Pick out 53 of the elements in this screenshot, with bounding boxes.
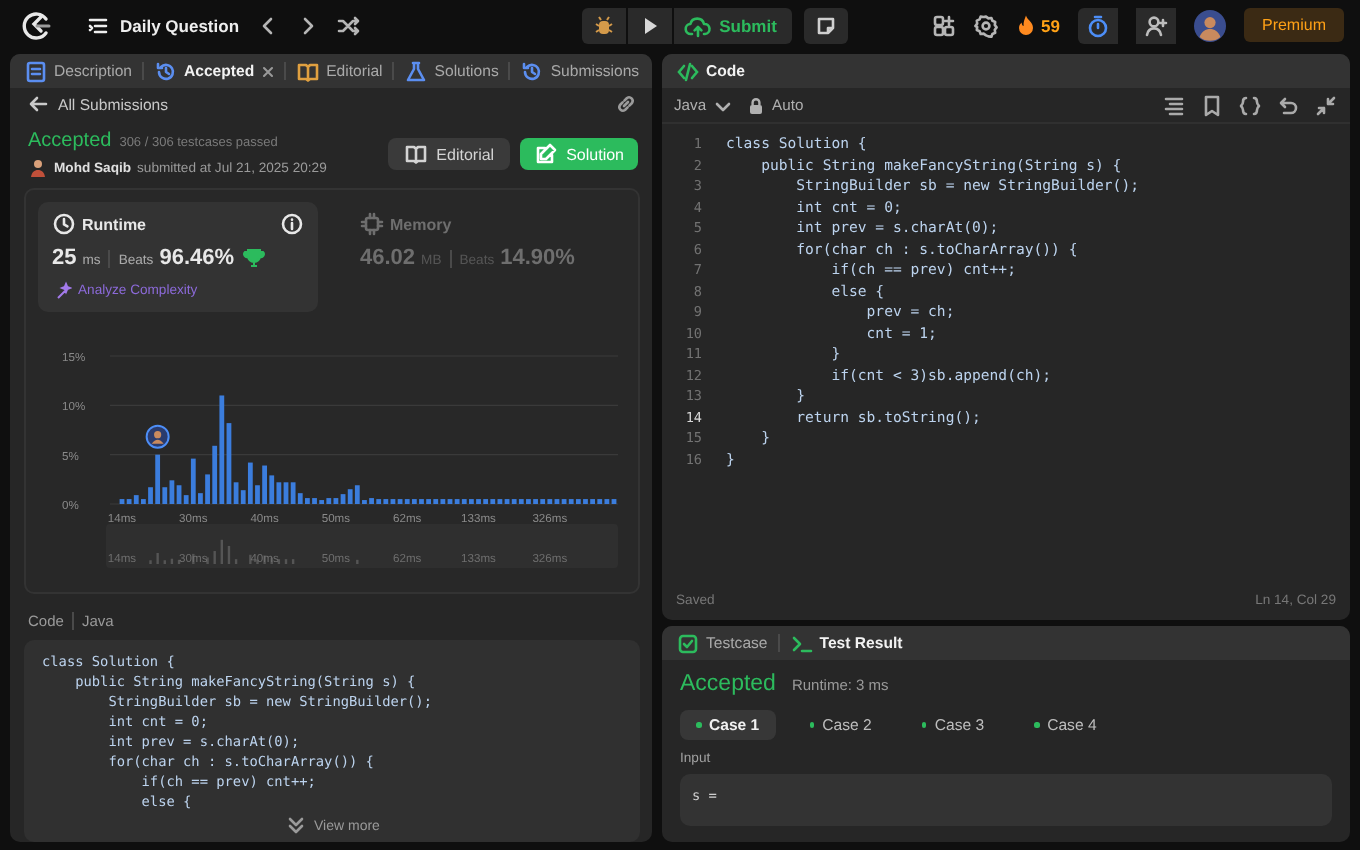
reset-icon[interactable] [1276,93,1300,117]
link-icon[interactable] [614,92,638,116]
status-label: Accepted [28,130,112,152]
history-icon [520,59,545,83]
premium-button[interactable]: Premium [1243,8,1344,42]
clock-icon [52,212,76,236]
checkbox-icon [676,631,700,655]
note-icon [814,13,839,37]
metric-title: Memory [390,215,452,233]
user-icon [28,158,48,178]
stopwatch-icon [1085,13,1110,37]
terminal-icon [789,631,814,655]
result-status: Accepted [680,672,776,696]
metric-title: Runtime [82,215,146,233]
flask-icon [404,59,429,83]
add-user-icon [1143,13,1168,37]
collapse-icon[interactable] [1314,93,1338,117]
submit-button[interactable]: Submit [673,7,793,43]
history-icon [154,59,178,83]
trophy-icon [242,246,267,270]
timer-button[interactable] [1077,7,1118,43]
close-icon[interactable] [260,63,277,79]
bug-icon [591,13,616,37]
bookmark-icon[interactable] [1200,93,1224,117]
format-icon[interactable] [1162,93,1186,117]
lock-icon [746,95,767,115]
avatar-marker [145,424,170,449]
book-icon [404,142,429,166]
logo-icon[interactable] [22,9,54,41]
cloud-upload-icon [683,13,712,37]
arrow-left-icon [26,92,50,116]
debug-button[interactable] [581,7,626,43]
flame-icon [1015,14,1036,36]
layout-icon[interactable] [931,13,956,37]
code-icon [676,59,700,83]
editorial-button[interactable]: Editorial [388,138,511,170]
document-icon [24,59,48,83]
shuffle-icon[interactable] [335,13,360,37]
problem-list-button[interactable]: Daily Question [86,13,240,37]
edit-icon [534,142,559,166]
chevrons-down-icon [284,814,309,838]
sparkle-icon [52,280,72,300]
info-icon[interactable] [280,212,304,236]
list-icon [86,13,110,37]
add-user-button[interactable] [1135,7,1176,43]
book-icon [296,59,321,83]
chip-icon [360,212,384,236]
settings-icon[interactable] [973,13,998,37]
braces-icon[interactable] [1238,93,1262,117]
streak-counter[interactable]: 59 [1015,14,1060,36]
run-button[interactable] [627,7,672,43]
avatar-icon[interactable] [1193,9,1226,41]
notes-button[interactable] [804,7,849,43]
